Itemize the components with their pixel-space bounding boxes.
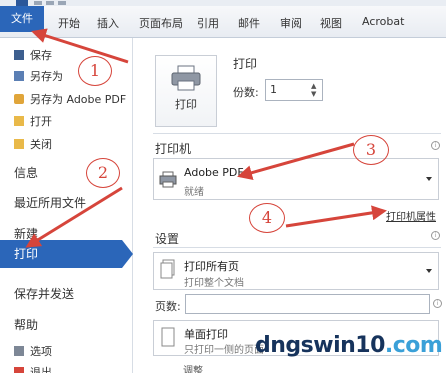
nav-print[interactable]: 打印: [0, 240, 122, 268]
save-as-icon: [14, 71, 24, 81]
save-icon: [14, 50, 24, 60]
collated-label: 调整: [183, 366, 203, 373]
tab-home[interactable]: 开始: [58, 15, 80, 31]
ribbon-tabs: 开始 插入 页面布局 引用 邮件 审阅 视图 Acrobat: [0, 6, 446, 38]
annotation-1: 1: [78, 56, 112, 86]
nav-save-as-pdf[interactable]: 另存为 Adobe PDF: [0, 88, 133, 110]
pages-icon: [160, 259, 175, 279]
print-all-pages-sub: 打印整个文档: [184, 278, 244, 289]
pages-input[interactable]: [185, 294, 430, 314]
tab-references[interactable]: 引用: [197, 15, 219, 31]
settings-section-title: 设置: [155, 232, 180, 246]
nav-close[interactable]: 关闭: [0, 133, 133, 155]
nav-options[interactable]: 选项: [0, 340, 133, 362]
printer-properties-link[interactable]: 打印机属性: [386, 208, 436, 223]
tab-review[interactable]: 审阅: [280, 15, 302, 31]
divider-settings: [153, 247, 441, 248]
undo-quick-icon[interactable]: [46, 1, 54, 5]
one-sided-print: 单面打印: [184, 328, 228, 341]
one-sided-print-sub: 只打印一侧的页面: [184, 345, 264, 356]
tab-mailings[interactable]: 邮件: [238, 15, 260, 31]
one-sided-icon: [161, 327, 175, 347]
printer-name: Adobe PDF: [184, 166, 244, 179]
adobe-pdf-icon: [14, 94, 24, 104]
nav-open[interactable]: 打开: [0, 110, 133, 132]
nav-save[interactable]: 保存: [0, 44, 133, 66]
annotation-3: 3: [353, 135, 389, 165]
nav-save-as[interactable]: 另存为: [0, 65, 133, 87]
annotation-4: 4: [249, 203, 285, 233]
nav-options-label: 选项: [30, 345, 52, 358]
nav-save-label: 保存: [30, 49, 52, 62]
nav-close-label: 关闭: [30, 138, 52, 151]
arrow-4: [285, 205, 387, 228]
info-icon-settings[interactable]: i: [431, 231, 440, 240]
print-all-pages: 打印所有页: [184, 260, 239, 273]
watermark-text: dngswin10: [255, 333, 385, 358]
nav-save-as-pdf-label: 另存为 Adobe PDF: [30, 93, 127, 106]
save-quick-icon[interactable]: [34, 1, 42, 5]
tab-acrobat[interactable]: Acrobat: [362, 15, 404, 28]
nav-save-as-label: 另存为: [30, 70, 63, 83]
watermark-domain: .com: [384, 333, 443, 358]
tab-view[interactable]: 视图: [320, 15, 342, 31]
info-icon[interactable]: i: [431, 141, 440, 150]
info-icon-pages[interactable]: i: [433, 299, 442, 308]
nav-exit-label: 退出: [30, 366, 52, 373]
tab-file[interactable]: 文件: [0, 6, 44, 32]
nav-save-send[interactable]: 保存并发送: [14, 285, 74, 302]
printer-select[interactable]: Adobe PDF 就绪: [153, 158, 439, 200]
annotation-2: 2: [86, 158, 120, 188]
backstage-nav: 保存 另存为 另存为 Adobe PDF 打开 关闭 信息 最近所用文件 新建 …: [0, 38, 133, 373]
tab-insert[interactable]: 插入: [97, 15, 119, 31]
nav-info[interactable]: 信息: [14, 164, 38, 181]
options-icon: [14, 346, 24, 356]
divider: [153, 133, 441, 134]
redo-quick-icon[interactable]: [58, 1, 66, 5]
print-button-label: 打印: [175, 98, 197, 111]
nav-exit[interactable]: 退出: [0, 361, 133, 373]
printer-icon: [171, 65, 201, 91]
nav-recent[interactable]: 最近所用文件: [14, 194, 86, 211]
print-range-select[interactable]: 打印所有页 打印整个文档: [153, 252, 439, 290]
folder-open-icon: [14, 116, 24, 126]
chevron-down-icon-range: [426, 269, 432, 273]
pages-label: 页数:: [155, 300, 181, 313]
nav-selected-pointer: [122, 240, 133, 268]
exit-icon: [14, 367, 24, 373]
printer-section-title: 打印机: [155, 142, 192, 156]
chevron-down-icon: [426, 177, 432, 181]
print-section-title: 打印: [233, 57, 258, 71]
copies-label: 份数:: [233, 86, 259, 99]
tab-page-layout[interactable]: 页面布局: [139, 15, 183, 31]
folder-close-icon: [14, 139, 24, 149]
printer-small-icon: [159, 171, 177, 188]
nav-open-label: 打开: [30, 115, 52, 128]
site-watermark: dngswin10.com: [255, 333, 443, 358]
copies-spinner[interactable]: ▲ ▼: [311, 82, 316, 98]
nav-help[interactable]: 帮助: [14, 316, 38, 333]
printer-status: 就绪: [184, 187, 204, 198]
print-button[interactable]: 打印: [155, 55, 217, 127]
